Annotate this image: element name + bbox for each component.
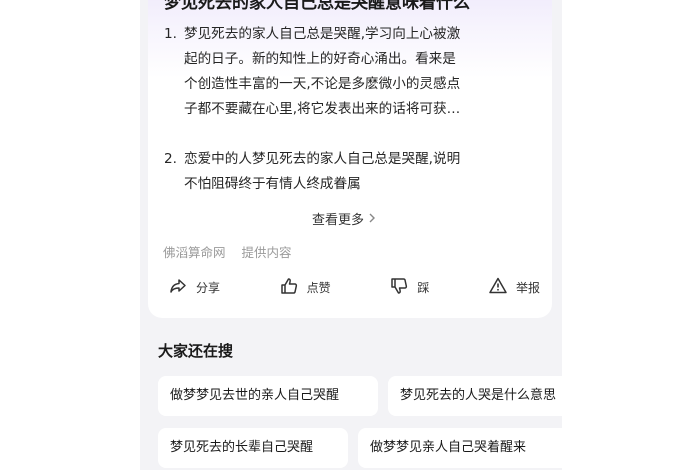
thumbs-up-icon — [279, 276, 299, 299]
source-attribution: 佛滔算命网 提供内容 — [163, 242, 292, 261]
answer-title[interactable]: 梦见死去的家人自己总是哭醒意味着什么 — [164, 0, 470, 13]
share-label: 分享 — [196, 280, 221, 295]
see-more-button[interactable]: 查看更多 — [312, 209, 376, 228]
list-line: 起的日子。新的知性上的好奇心涌出。看来是 — [184, 51, 456, 67]
chevron-right-icon — [368, 212, 376, 226]
related-search-chip[interactable]: 梦见死去的长辈自己哭醒 — [158, 428, 348, 468]
related-search-chip[interactable]: 做梦梦见亲人自己哭着醒来 — [358, 428, 562, 468]
list-line: 子都不要藏在心里,将它发表出来的话将可获… — [184, 101, 461, 117]
answer-card: 梦见死去的家人自己总是哭醒意味着什么 1. 梦见死去的家人自己总是哭醒,学习向上… — [148, 0, 552, 318]
dislike-button[interactable]: 踩 — [389, 276, 429, 299]
list-line: 个创造性丰富的一天,不论是多麽微小的灵感点 — [184, 76, 461, 92]
mobile-screen: 梦见死去的家人自己总是哭醒意味着什么 1. 梦见死去的家人自己总是哭醒,学习向上… — [140, 0, 562, 470]
list-line: 不怕阻碍终于有情人终成眷属 — [184, 176, 361, 192]
like-button[interactable]: 点赞 — [279, 276, 331, 299]
related-search-chip[interactable]: 梦见死去的人哭是什么意思 — [388, 376, 562, 416]
warning-icon — [488, 276, 508, 299]
list-line: 梦见死去的家人自己总是哭醒,学习向上心被激 — [184, 26, 461, 42]
list-number: 2. — [164, 151, 177, 167]
share-button[interactable]: 分享 — [168, 276, 220, 299]
action-bar: 分享 点赞 踩 举报 — [168, 274, 540, 300]
list-item: 1. 梦见死去的家人自己总是哭醒,学习向上心被激 起的日子。新的知性上的好奇心涌… — [164, 22, 539, 122]
report-button[interactable]: 举报 — [488, 276, 540, 299]
source-site[interactable]: 佛滔算命网 — [163, 242, 226, 261]
share-icon — [168, 276, 188, 299]
related-search-chip[interactable]: 做梦梦见去世的亲人自己哭醒 — [158, 376, 378, 416]
source-provided: 提供内容 — [241, 245, 292, 260]
report-label: 举报 — [515, 280, 540, 295]
dislike-label: 踩 — [417, 280, 430, 295]
list-item: 2. 恋爱中的人梦见死去的家人自己总是哭醒,说明 不怕阻碍终于有情人终成眷属 — [164, 147, 539, 197]
like-label: 点赞 — [306, 280, 331, 295]
list-line: 恋爱中的人梦见死去的家人自己总是哭醒,说明 — [184, 151, 461, 167]
related-searches-title: 大家还在搜 — [158, 342, 234, 360]
list-number: 1. — [164, 26, 177, 42]
thumbs-down-icon — [389, 276, 409, 299]
see-more-label: 查看更多 — [312, 213, 365, 228]
